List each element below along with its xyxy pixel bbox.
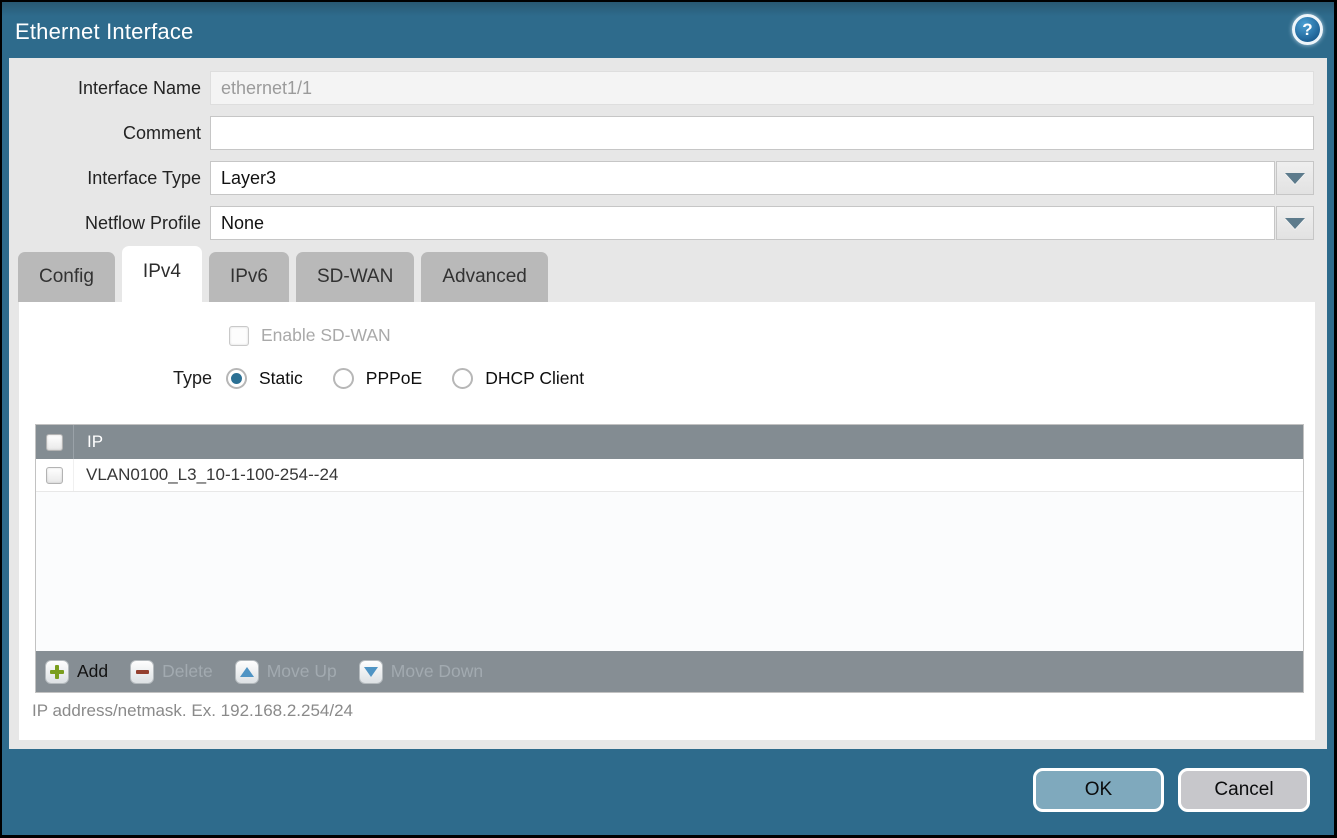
select-all-checkbox[interactable] <box>46 434 63 451</box>
tab-ipv4[interactable]: IPv4 <box>122 246 202 302</box>
form-row-interface-name: Interface Name <box>9 71 1327 105</box>
help-glyph: ? <box>1302 20 1312 39</box>
cancel-button[interactable]: Cancel <box>1178 768 1310 812</box>
enable-sdwan-checkbox[interactable] <box>229 326 249 346</box>
row-checkbox[interactable] <box>46 467 63 484</box>
netflow-profile-label: Netflow Profile <box>9 206 201 240</box>
delete-button[interactable]: Delete <box>130 660 213 684</box>
type-radio-group: Static PPPoE DHCP Client <box>226 368 584 389</box>
enable-sdwan-row: Enable SD-WAN <box>229 325 391 346</box>
radio-option-pppoe[interactable]: PPPoE <box>333 368 422 389</box>
netflow-profile-dropdown-button[interactable] <box>1276 206 1314 240</box>
delete-label: Delete <box>162 661 213 682</box>
add-icon <box>45 660 69 684</box>
comment-field[interactable] <box>210 116 1314 150</box>
ip-table: IP VLAN0100_L3_10-1-100-254--24 Add <box>35 424 1304 693</box>
tab-ipv6[interactable]: IPv6 <box>209 252 289 302</box>
ok-button[interactable]: OK <box>1033 768 1164 812</box>
move-up-label: Move Up <box>267 661 337 682</box>
move-down-icon <box>359 660 383 684</box>
dialog-title: Ethernet Interface <box>15 19 193 45</box>
move-up-icon <box>235 660 259 684</box>
chevron-down-icon <box>1285 218 1305 229</box>
add-label: Add <box>77 661 108 682</box>
tab-sdwan[interactable]: SD-WAN <box>296 252 414 302</box>
ipv4-tab-panel: Enable SD-WAN Type Static PPPoE DHCP C <box>19 302 1315 740</box>
tab-advanced[interactable]: Advanced <box>421 252 548 302</box>
radio-option-static[interactable]: Static <box>226 368 303 389</box>
radio-pppoe[interactable] <box>333 368 354 389</box>
move-up-button[interactable]: Move Up <box>235 660 337 684</box>
interface-name-field <box>210 71 1314 105</box>
interface-name-label: Interface Name <box>9 71 201 105</box>
radio-dhcp-client-label: DHCP Client <box>485 368 584 389</box>
tab-config[interactable]: Config <box>18 252 115 302</box>
ethernet-interface-dialog: Ethernet Interface ? Interface Name Comm… <box>2 2 1334 835</box>
radio-dhcp-client[interactable] <box>452 368 473 389</box>
type-row: Type Static PPPoE DHCP Client <box>19 368 1295 389</box>
header-checkbox-cell <box>36 425 74 459</box>
comment-label: Comment <box>9 116 201 150</box>
form-row-comment: Comment <box>9 116 1327 150</box>
radio-static-label: Static <box>259 368 303 389</box>
table-toolbar: Add Delete Move Up Move Down <box>36 651 1303 692</box>
add-button[interactable]: Add <box>45 660 108 684</box>
radio-pppoe-label: PPPoE <box>366 368 422 389</box>
radio-option-dhcp-client[interactable]: DHCP Client <box>452 368 584 389</box>
form-row-interface-type: Interface Type <box>9 161 1327 195</box>
radio-static-selected[interactable] <box>226 368 247 389</box>
move-down-button[interactable]: Move Down <box>359 660 483 684</box>
interface-type-field[interactable] <box>210 161 1275 195</box>
table-row[interactable]: VLAN0100_L3_10-1-100-254--24 <box>36 459 1303 492</box>
row-checkbox-cell <box>36 459 74 491</box>
dialog-body: Interface Name Comment Interface Type Ne… <box>9 58 1327 749</box>
interface-type-dropdown-button[interactable] <box>1276 161 1314 195</box>
move-down-label: Move Down <box>391 661 483 682</box>
chevron-down-icon <box>1285 173 1305 184</box>
help-icon[interactable]: ? <box>1292 14 1323 45</box>
table-empty-area <box>36 492 1303 651</box>
ip-column-header[interactable]: IP <box>74 432 103 452</box>
interface-type-label: Interface Type <box>9 161 201 195</box>
ip-table-header: IP <box>36 425 1303 459</box>
form-row-netflow-profile: Netflow Profile <box>9 206 1327 240</box>
enable-sdwan-label: Enable SD-WAN <box>261 325 391 346</box>
ip-format-hint: IP address/netmask. Ex. 192.168.2.254/24 <box>32 701 353 721</box>
type-label: Type <box>19 368 212 389</box>
dialog-titlebar: Ethernet Interface ? <box>2 2 1334 58</box>
ip-row-value[interactable]: VLAN0100_L3_10-1-100-254--24 <box>74 465 338 485</box>
netflow-profile-field[interactable] <box>210 206 1275 240</box>
tab-bar: Config IPv4 IPv6 SD-WAN Advanced <box>18 252 548 302</box>
delete-icon <box>130 660 154 684</box>
